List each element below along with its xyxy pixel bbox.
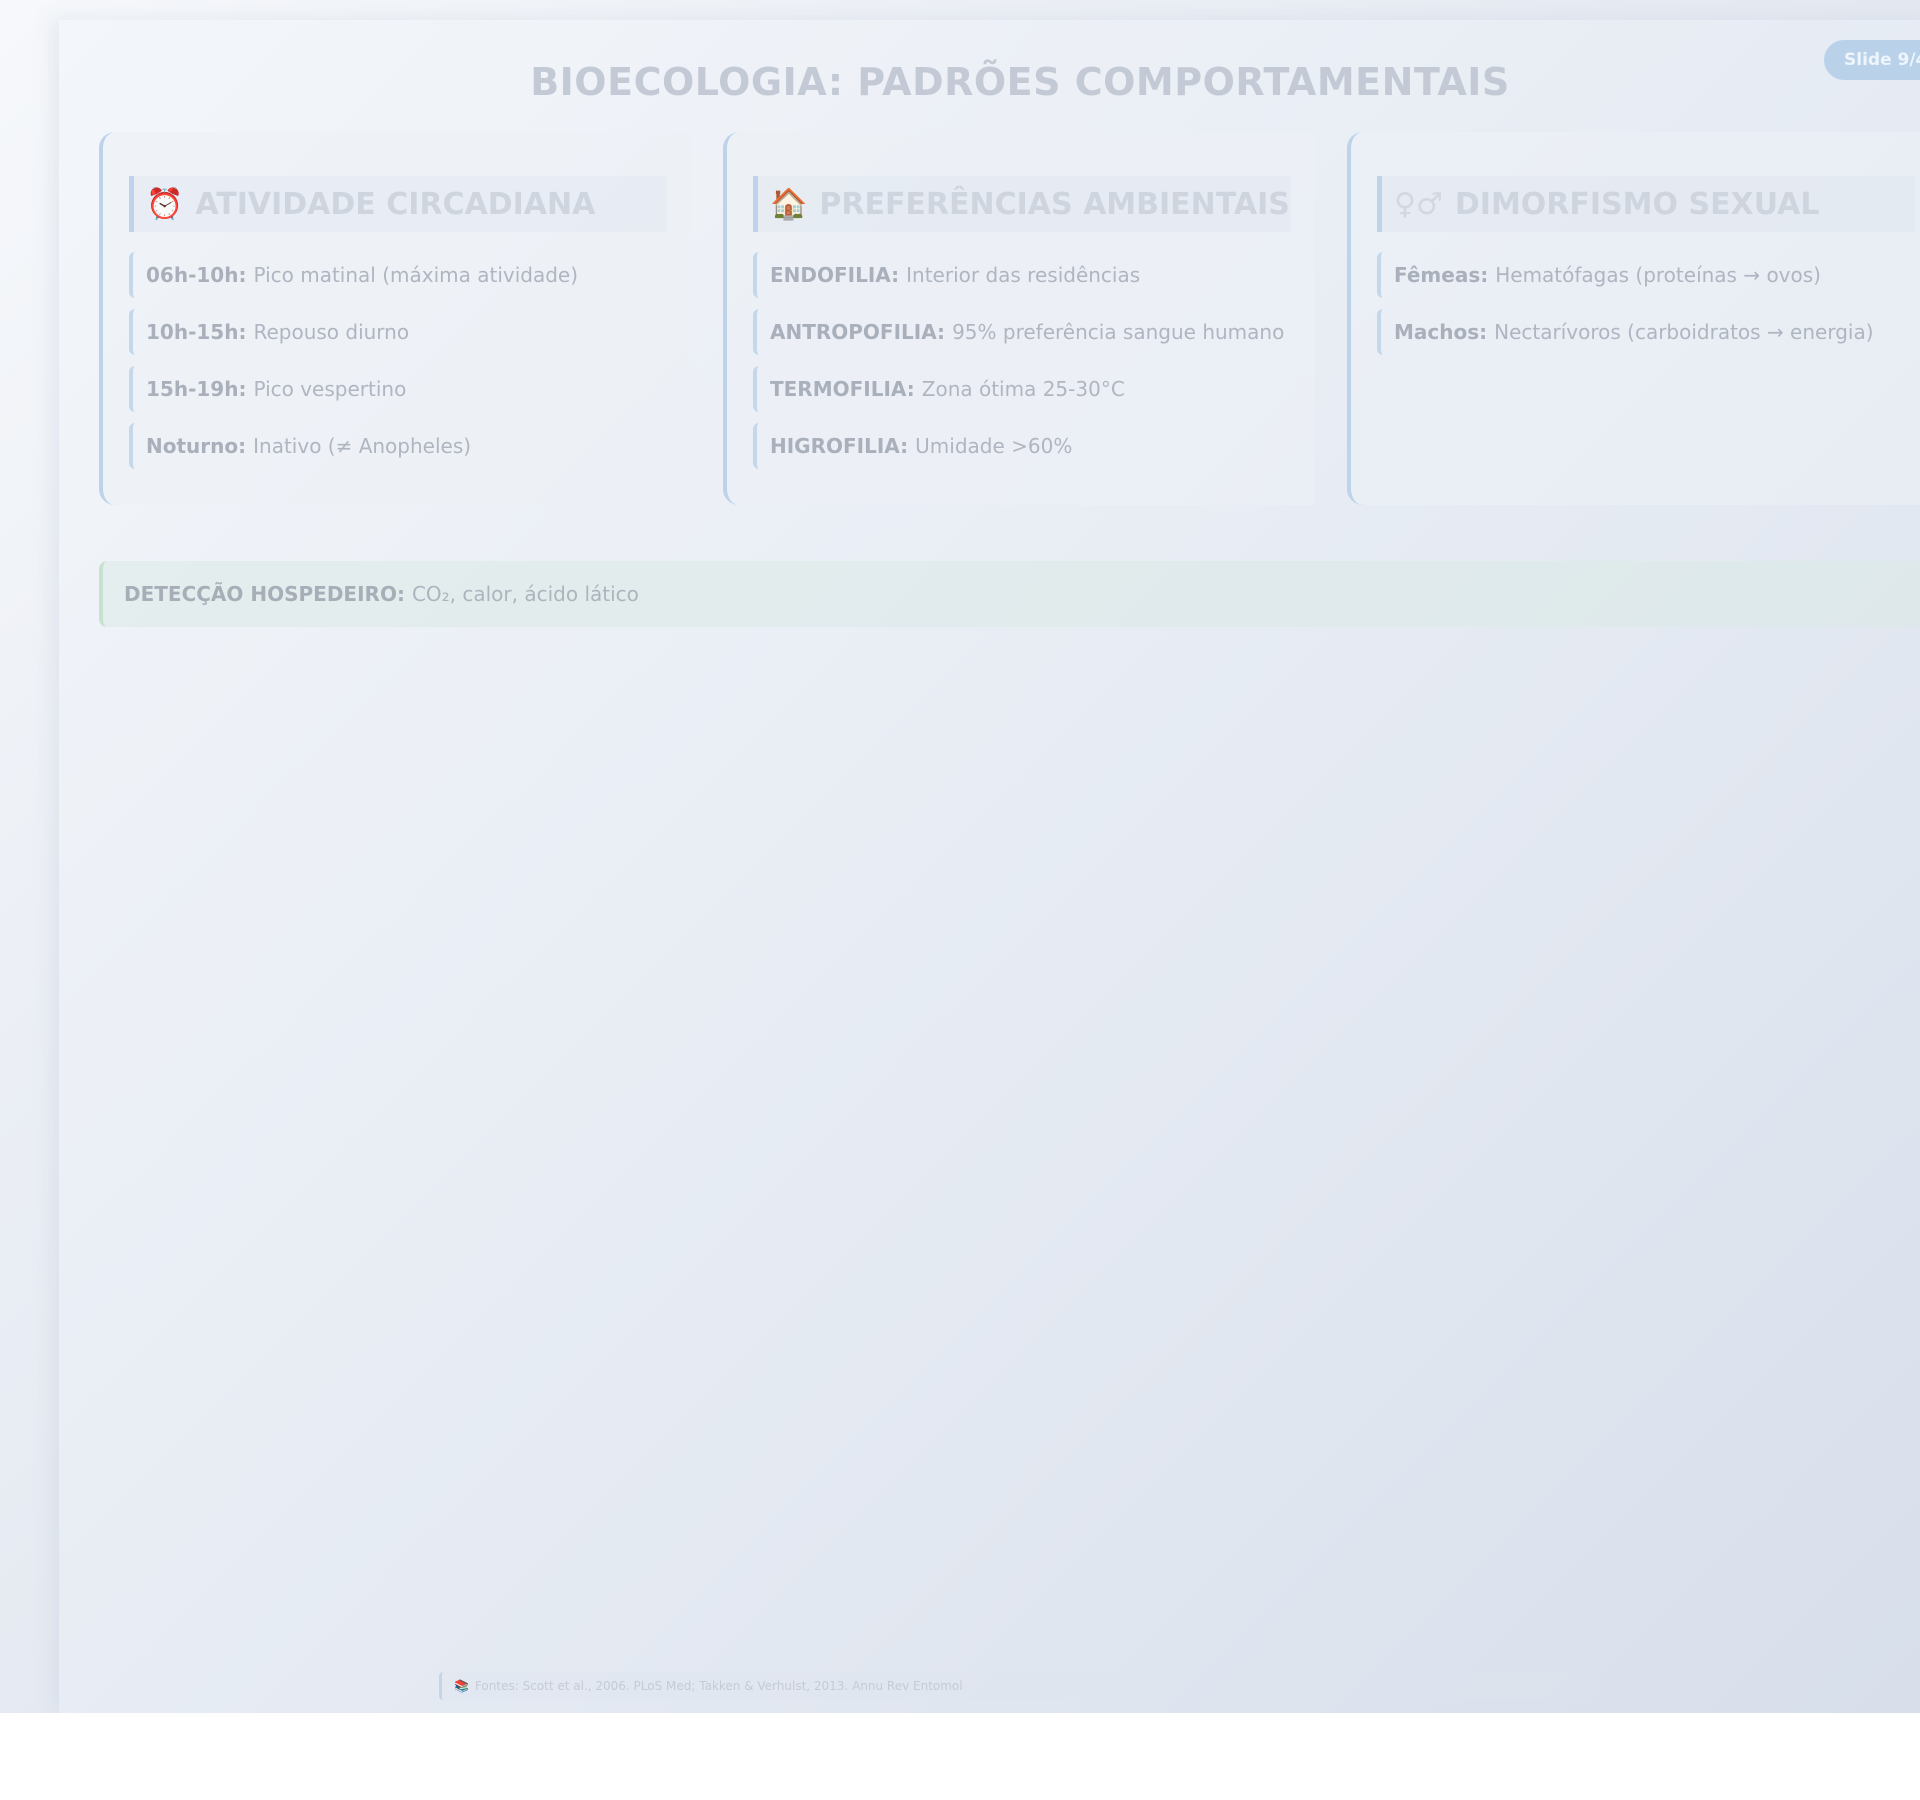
item-label: ANTROPOFILIA: [770,320,946,344]
list-item: TERMOFILIA: Zona ótima 25-30°C [753,366,1303,412]
item-text: Pico matinal (máxima atividade) [253,263,579,287]
sources-text: Fontes: Scott et al., 2006. PLoS Med; Ta… [474,1679,963,1693]
card-header: 🏠 PREFERÊNCIAS AMBIENTAIS [753,176,1291,232]
gender-symbols-icon: ♀♂ [1394,186,1443,222]
list-item: ANTROPOFILIA: 95% preferência sangue huma… [753,309,1303,355]
card-title: PREFERÊNCIAS AMBIENTAIS [819,186,1290,222]
item-label: ENDOFILIA: [770,263,900,287]
item-label: HIGROFILIA: [770,434,909,458]
card-item-list: ENDOFILIA: Interior das residências ANTRO… [753,252,1303,480]
card-item-list: Fêmeas: Hematófagas (proteínas → ovos) Ma… [1377,252,1920,366]
item-label: 10h-15h: [146,320,247,344]
item-label: Machos: [1394,320,1488,344]
item-text: Nectarívoros (carboidratos → energia) [1494,320,1874,344]
card-environmental-preferences: 🏠 PREFERÊNCIAS AMBIENTAIS ENDOFILIA: Inte… [723,132,1315,505]
item-text: Inativo (≠ Anopheles) [253,434,472,458]
note-label: DETECÇÃO HOSPEDEIRO: [124,582,405,606]
list-item: HIGROFILIA: Umidade >60% [753,423,1303,469]
list-item: Noturno: Inativo (≠ Anopheles) [129,423,679,469]
alarm-clock-icon: ⏰ [146,186,184,222]
item-label: Noturno: [146,434,247,458]
item-text: Pico vespertino [253,377,407,401]
slide-viewport: Slide 9/4 BIOECOLOGIA: PADRÕES COMPORTAM… [0,0,1920,1713]
card-title: DIMORFISMO SEXUAL [1454,186,1820,222]
item-text: Hematófagas (proteínas → ovos) [1495,263,1821,287]
item-text: Zona ótima 25-30°C [921,377,1125,401]
list-item: 15h-19h: Pico vespertino [129,366,679,412]
list-item: 10h-15h: Repouso diurno [129,309,679,355]
list-item: ENDOFILIA: Interior das residências [753,252,1303,298]
card-sexual-dimorphism: ♀♂ DIMORFISMO SEXUAL Fêmeas: Hematófagas … [1347,132,1920,505]
item-text: Interior das residências [906,263,1141,287]
item-label: 06h-10h: [146,263,247,287]
item-text: Umidade >60% [915,434,1073,458]
card-title: ATIVIDADE CIRCADIANA [195,186,596,222]
host-detection-note: DETECÇÃO HOSPEDEIRO: CO₂, calor, ácido l… [99,561,1920,627]
item-text: Repouso diurno [253,320,410,344]
slide: Slide 9/4 BIOECOLOGIA: PADRÕES COMPORTAM… [59,20,1920,1713]
item-text: 95% preferência sangue humano [952,320,1285,344]
page-title: BIOECOLOGIA: PADRÕES COMPORTAMENTAIS [530,60,1510,104]
card-item-list: 06h-10h: Pico matinal (máxima atividade) … [129,252,679,480]
item-label: TERMOFILIA: [770,377,915,401]
list-item: Fêmeas: Hematófagas (proteínas → ovos) [1377,252,1920,298]
sources-footer: 📚 Fontes: Scott et al., 2006. PLoS Med; … [439,1672,1599,1700]
note-text: CO₂, calor, ácido lático [411,582,639,606]
card-header: ♀♂ DIMORFISMO SEXUAL [1377,176,1915,232]
card-header: ⏰ ATIVIDADE CIRCADIANA [129,176,667,232]
house-icon: 🏠 [770,186,808,222]
item-label: 15h-19h: [146,377,247,401]
books-icon: 📚 [454,1679,469,1693]
list-item: 06h-10h: Pico matinal (máxima atividade) [129,252,679,298]
card-circadian-activity: ⏰ ATIVIDADE CIRCADIANA 06h-10h: Pico mati… [99,132,691,505]
list-item: Machos: Nectarívoros (carboidratos → ener… [1377,309,1920,355]
item-label: Fêmeas: [1394,263,1489,287]
